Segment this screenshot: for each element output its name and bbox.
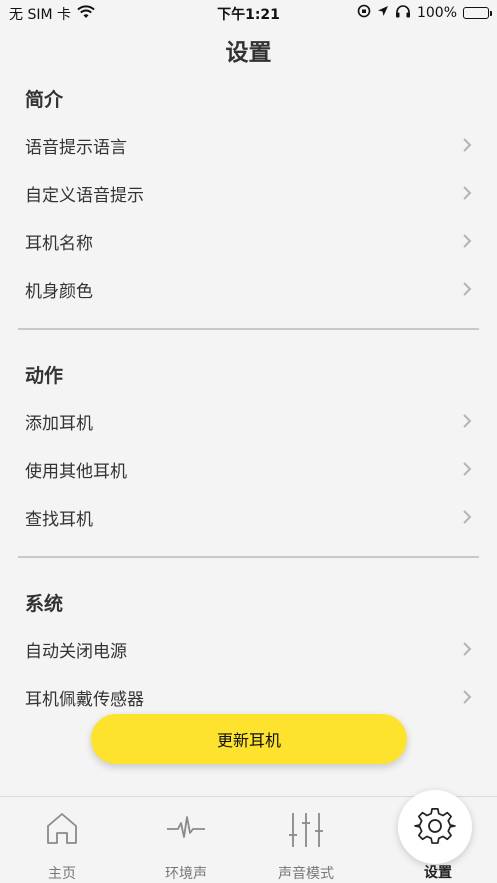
settings-row-body-color[interactable]: 机身颜色 bbox=[0, 265, 497, 313]
tab-settings-label: 设置 bbox=[424, 865, 452, 881]
settings-row-add-headphones[interactable]: 添加耳机 bbox=[0, 397, 497, 445]
settings-row-find-headphones[interactable]: 查找耳机 bbox=[0, 493, 497, 541]
location-icon bbox=[377, 5, 389, 21]
chevron-right-icon bbox=[463, 642, 472, 656]
section-title-profile: 简介 bbox=[25, 89, 64, 111]
row-label: 语音提示语言 bbox=[25, 138, 127, 158]
section-divider bbox=[18, 556, 479, 558]
settings-screen: 无 SIM 卡 下午1:21 100% 设置 简介 语音提示语言 自定义语音提示… bbox=[0, 0, 497, 883]
chevron-right-icon bbox=[463, 462, 472, 476]
chevron-right-icon bbox=[463, 186, 472, 200]
gear-icon bbox=[414, 807, 456, 844]
waveform-icon bbox=[167, 816, 205, 838]
settings-row-custom-voice-prompt[interactable]: 自定义语音提示 bbox=[0, 169, 497, 217]
tab-sound-mode[interactable]: 声音模式 bbox=[251, 797, 361, 883]
chevron-right-icon bbox=[463, 414, 472, 428]
tab-home[interactable]: 主页 bbox=[7, 797, 117, 883]
page-title: 设置 bbox=[225, 40, 272, 66]
tab-ambient-sound[interactable]: 环境声 bbox=[131, 797, 241, 883]
row-label: 使用其他耳机 bbox=[25, 462, 127, 482]
chevron-right-icon bbox=[463, 690, 472, 704]
row-label: 自动关闭电源 bbox=[25, 642, 127, 662]
tab-label: 声音模式 bbox=[278, 866, 334, 882]
row-label: 耳机佩戴传感器 bbox=[25, 690, 144, 710]
row-label: 耳机名称 bbox=[25, 234, 93, 254]
section-divider bbox=[18, 328, 479, 330]
tab-label: 主页 bbox=[48, 866, 76, 882]
row-label: 添加耳机 bbox=[25, 414, 93, 434]
row-label: 查找耳机 bbox=[25, 510, 93, 530]
tab-label: 环境声 bbox=[165, 866, 207, 882]
home-icon bbox=[47, 813, 77, 844]
row-label: 机身颜色 bbox=[25, 282, 93, 302]
section-title-system: 系统 bbox=[25, 593, 64, 615]
battery-icon bbox=[463, 7, 492, 19]
status-bar: 无 SIM 卡 下午1:21 100% bbox=[0, 0, 497, 26]
equalizer-icon bbox=[289, 813, 323, 847]
status-right: 100% bbox=[357, 4, 492, 22]
chevron-right-icon bbox=[463, 138, 472, 152]
settings-row-voice-prompt-language[interactable]: 语音提示语言 bbox=[0, 121, 497, 169]
update-headphones-button[interactable]: 更新耳机 bbox=[91, 714, 407, 764]
settings-row-auto-power-off[interactable]: 自动关闭电源 bbox=[0, 625, 497, 673]
settings-row-use-other-headphones[interactable]: 使用其他耳机 bbox=[0, 445, 497, 493]
chevron-right-icon bbox=[463, 282, 472, 296]
battery-percent: 100% bbox=[416, 5, 457, 21]
settings-row-headphone-name[interactable]: 耳机名称 bbox=[0, 217, 497, 265]
chevron-right-icon bbox=[463, 234, 472, 248]
chevron-right-icon bbox=[463, 510, 472, 524]
orientation-lock-icon bbox=[357, 4, 371, 22]
section-title-actions: 动作 bbox=[25, 365, 64, 387]
tab-settings[interactable] bbox=[398, 790, 472, 864]
row-label: 自定义语音提示 bbox=[25, 186, 144, 206]
headphones-icon bbox=[395, 4, 411, 22]
